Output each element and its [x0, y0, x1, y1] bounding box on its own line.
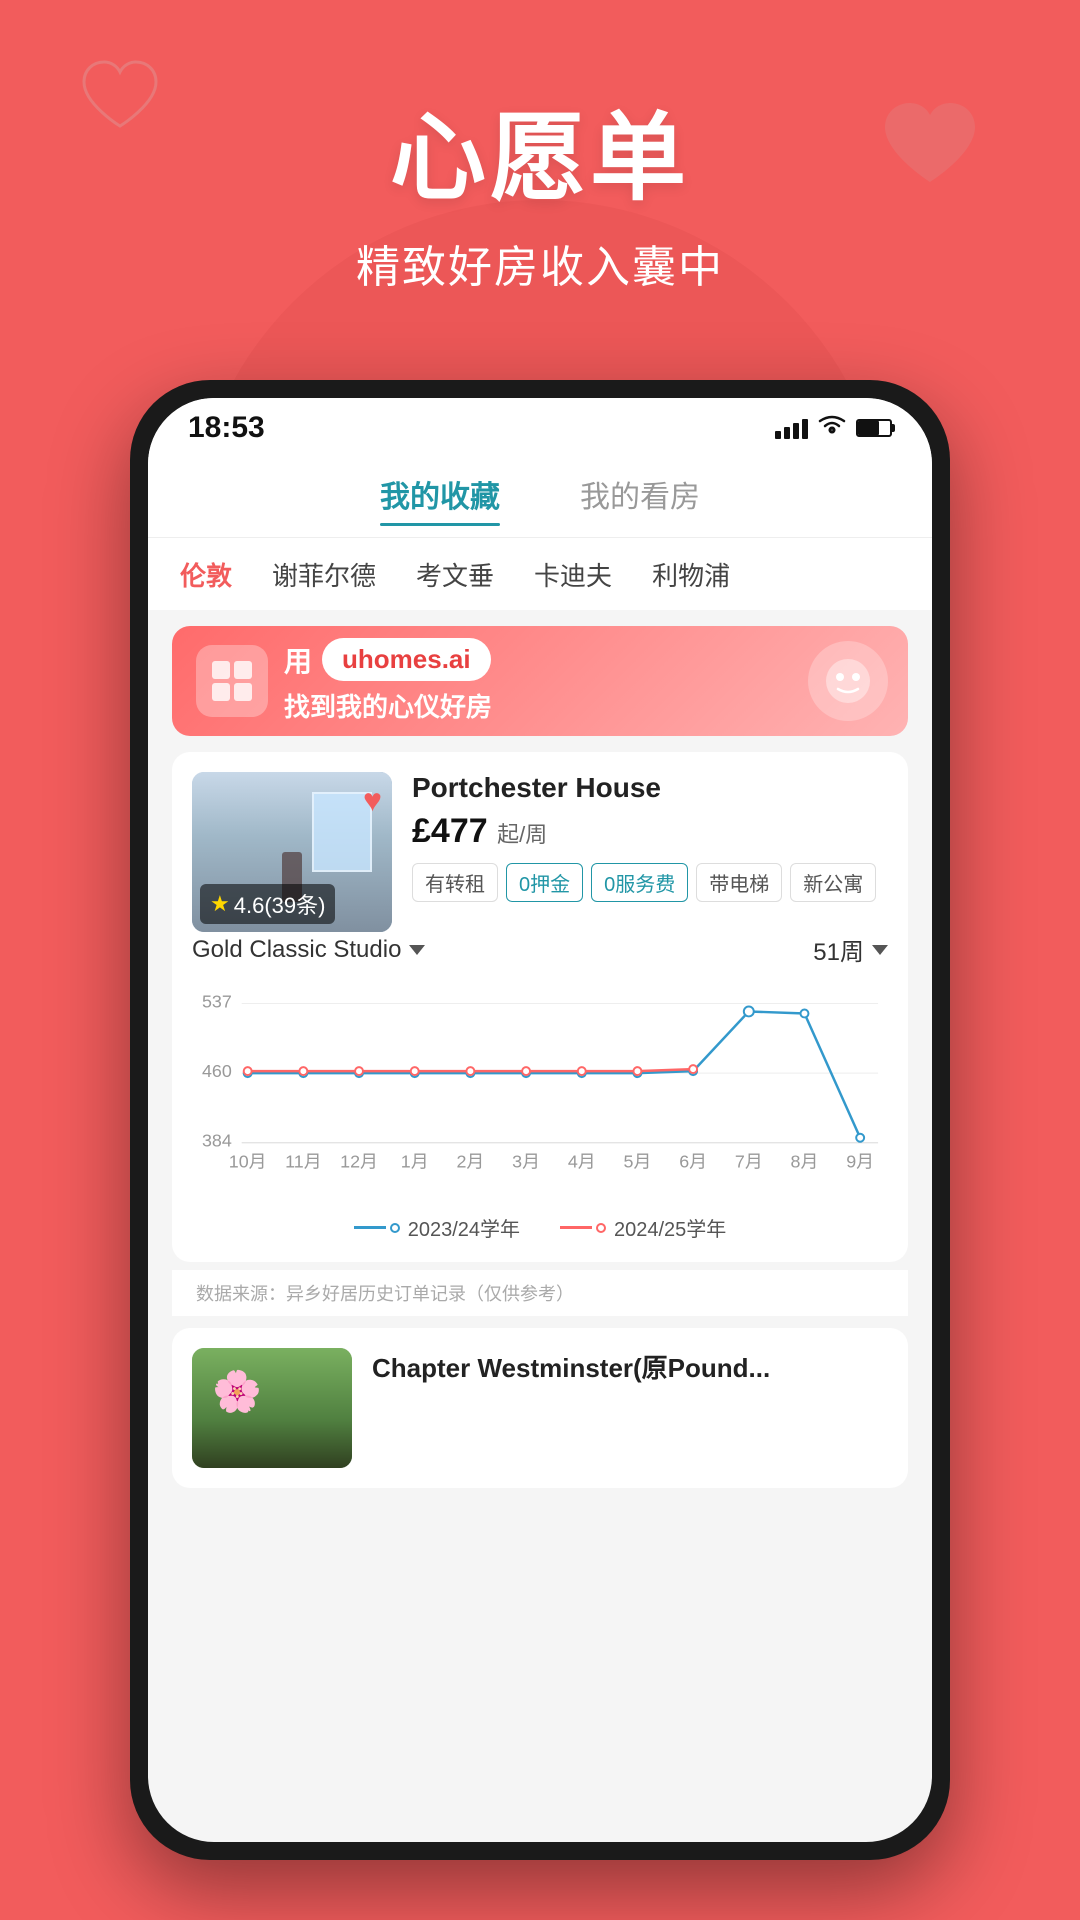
chart-svg: 537 460 384 10月 11月 12月 1月 2月 3月 4月 5月 [192, 983, 888, 1203]
chart-dot-red-8 [633, 1067, 641, 1075]
property-image-1: ♥ ★ 4.6(39条) [192, 772, 392, 932]
chart-dot-red-9 [689, 1065, 697, 1073]
tab-bar: 我的收藏 我的看房 [148, 458, 932, 538]
property-info-2: Chapter Westminster(原Pound... [372, 1348, 888, 1468]
x-label-feb: 2月 [456, 1152, 484, 1172]
star-icon: ★ [210, 891, 230, 917]
signal-icon [775, 417, 808, 439]
property-price-1: £477 起/周 [412, 812, 888, 851]
price-chart: 537 460 384 10月 11月 12月 1月 2月 3月 4月 5月 [192, 983, 888, 1203]
chart-dot-red-7 [578, 1067, 586, 1075]
tag-elevator: 带电梯 [696, 863, 782, 902]
property-tags-1: 有转租 0押金 0服务费 带电梯 新公寓 [412, 863, 888, 902]
ai-banner-url: uhomes.ai [322, 638, 491, 681]
chart-dot-red-3 [355, 1067, 363, 1075]
week-selector-label: 51周 [813, 932, 864, 967]
chart-dot-red-2 [299, 1067, 307, 1075]
status-icons [775, 414, 892, 442]
favorite-heart-icon[interactable]: ♥ [363, 782, 382, 819]
legend-label-2425: 2024/25学年 [614, 1213, 726, 1242]
week-dropdown-arrow-icon [872, 945, 888, 955]
status-time: 18:53 [188, 411, 265, 445]
city-liverpool[interactable]: 利物浦 [652, 556, 730, 593]
city-cardiff[interactable]: 卡迪夫 [534, 556, 612, 593]
x-label-jan: 1月 [401, 1152, 429, 1172]
price-unit-1: 起/周 [497, 822, 547, 847]
legend-item-2425: 2024/25学年 [560, 1213, 726, 1242]
property-name-2: Chapter Westminster(原Pound... [372, 1348, 888, 1385]
page-title: 心愿单 [0, 80, 1080, 219]
x-label-aug: 8月 [791, 1152, 819, 1172]
x-label-sep: 9月 [846, 1152, 874, 1172]
x-label-mar: 3月 [512, 1152, 540, 1172]
ai-banner-content: 用 uhomes.ai 找到我的心仪好房 [284, 638, 492, 724]
x-label-nov: 11月 [285, 1152, 321, 1172]
property-info-1: Portchester House £477 起/周 有转租 0押金 0服务费 … [412, 772, 888, 932]
ai-banner-icon [196, 645, 268, 717]
chart-controls: Gold Classic Studio 51周 [192, 932, 888, 967]
flower-icon: 🌸 [212, 1368, 262, 1415]
x-label-oct: 10月 [229, 1152, 267, 1172]
property-rating: ★ 4.6(39条) [200, 884, 335, 924]
tag-sublease: 有转租 [412, 863, 498, 902]
tag-zero-fee: 0服务费 [591, 863, 688, 902]
chart-dot-red-4 [411, 1067, 419, 1075]
header-area: 心愿单 精致好房收入囊中 [0, 80, 1080, 295]
x-label-jul: 7月 [735, 1152, 763, 1172]
room-dropdown-arrow-icon [409, 945, 425, 955]
wifi-icon [818, 414, 846, 442]
y-label-460: 460 [202, 1061, 232, 1081]
y-label-384: 384 [202, 1131, 232, 1151]
main-scroll[interactable]: 我的收藏 我的看房 伦敦 谢菲尔德 考文垂 卡迪夫 利物浦 [148, 458, 932, 1842]
x-label-jun: 6月 [679, 1152, 707, 1172]
phone-mockup: 18:53 [130, 380, 950, 1860]
chart-line-2324 [248, 1011, 860, 1137]
property-top: ♥ ★ 4.6(39条) Portchester House £477 起/周 [192, 772, 888, 932]
city-coventry[interactable]: 考文垂 [416, 556, 494, 593]
legend-label-2324: 2023/24学年 [408, 1213, 520, 1242]
y-label-537: 537 [202, 991, 232, 1011]
tab-my-favorites[interactable]: 我的收藏 [380, 472, 500, 524]
ai-banner[interactable]: 用 uhomes.ai 找到我的心仪好房 [172, 626, 908, 736]
tag-zero-deposit: 0押金 [506, 863, 583, 902]
property-card-1[interactable]: ♥ ★ 4.6(39条) Portchester House £477 起/周 [172, 752, 908, 1262]
status-bar: 18:53 [148, 398, 932, 458]
battery-icon [856, 419, 892, 437]
city-london[interactable]: 伦敦 [180, 556, 232, 593]
phone-screen: 18:53 [148, 398, 932, 1842]
week-selector[interactable]: 51周 [813, 932, 888, 967]
room-selector[interactable]: Gold Classic Studio [192, 936, 425, 964]
page-subtitle: 精致好房收入囊中 [0, 231, 1080, 295]
property-name-1: Portchester House [412, 772, 888, 804]
ai-banner-row1: 用 uhomes.ai [284, 638, 492, 681]
property-card-2[interactable]: 🌸 Chapter Westminster(原Pound... [172, 1328, 908, 1488]
chart-dot-blue-10 [744, 1006, 754, 1016]
ai-banner-suffix: 找到我的心仪好房 [284, 687, 492, 724]
ai-robot-icon [808, 641, 888, 721]
property-image-2: 🌸 [192, 1348, 352, 1468]
x-label-dec: 12月 [340, 1152, 378, 1172]
chart-dot-red-5 [466, 1067, 474, 1075]
chart-legend: 2023/24学年 2024/25学年 [192, 1213, 888, 1242]
chart-dot-blue-12 [856, 1134, 864, 1142]
chart-dot-blue-11 [801, 1009, 809, 1017]
chart-dot-red-6 [522, 1067, 530, 1075]
city-filter: 伦敦 谢菲尔德 考文垂 卡迪夫 利物浦 [148, 538, 932, 610]
chart-dot-red-1 [244, 1067, 252, 1075]
tab-my-viewings[interactable]: 我的看房 [580, 472, 700, 524]
x-label-apr: 4月 [568, 1152, 596, 1172]
data-source-note: 数据来源：异乡好居历史订单记录（仅供参考） [172, 1270, 908, 1316]
ai-banner-prefix: 用 [284, 640, 312, 680]
tag-new-apartment: 新公寓 [790, 863, 876, 902]
room-selector-label: Gold Classic Studio [192, 936, 401, 964]
legend-item-2324: 2023/24学年 [354, 1213, 520, 1242]
x-label-may: 5月 [624, 1152, 652, 1172]
screen-content: 我的收藏 我的看房 伦敦 谢菲尔德 考文垂 卡迪夫 利物浦 [148, 458, 932, 1842]
city-sheffield[interactable]: 谢菲尔德 [272, 556, 376, 593]
